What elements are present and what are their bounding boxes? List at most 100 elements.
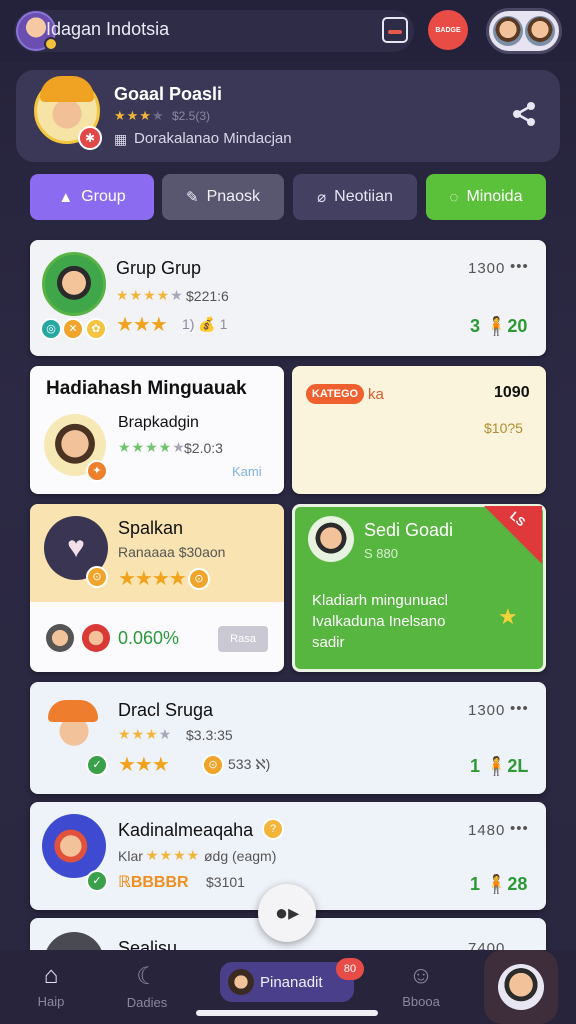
group-card-grup[interactable] <box>30 240 546 356</box>
nav-label: Pinanadit <box>260 973 323 991</box>
reward-sub-name: Brapkadgin <box>118 414 199 431</box>
group-value: 1300 <box>468 702 506 719</box>
member-avatar <box>82 624 110 652</box>
more-icon[interactable]: ••• <box>510 820 529 837</box>
tab-mine[interactable]: ◌ Minoida <box>426 174 546 220</box>
friend-avatar <box>525 16 555 46</box>
tag-icon: ⌀ <box>317 189 327 206</box>
group-title: Idagan Indotsia <box>46 19 170 39</box>
member-badge: ✿ <box>85 318 107 340</box>
group-meta: 1) 💰 1 <box>182 316 228 332</box>
reward-title: Hadiahash Minguauak <box>46 378 247 399</box>
compose-fab[interactable]: ●▸ <box>258 884 316 942</box>
group-name: Grup Grup <box>116 258 202 278</box>
chat-icon: ◌ <box>449 188 459 206</box>
home-icon: ⌂ <box>43 962 59 989</box>
moon-icon: ☾ <box>136 963 158 990</box>
badge-button[interactable]: BADGE <box>428 10 468 50</box>
category-value: 1090 <box>494 384 530 401</box>
reward-link[interactable]: Kami <box>232 464 262 479</box>
rating-stars: ★★★ <box>118 726 159 742</box>
group-name: Dracl Sruga <box>118 700 214 720</box>
group-meta: $3101 <box>206 874 245 890</box>
nav-avatar-button[interactable] <box>484 950 558 1024</box>
member-avatar <box>46 624 74 652</box>
question-badge: ? <box>262 818 284 840</box>
user-avatar <box>498 964 544 1010</box>
category-tag-suffix: ka <box>368 386 384 403</box>
rating-stars: ★★★ <box>114 108 152 123</box>
spalkan-chip[interactable]: Rasa <box>218 626 268 652</box>
coin-icon: ⊙ <box>202 754 224 776</box>
share-icon[interactable] <box>510 100 538 128</box>
featured-description: Kladiarh mingunuacl Ivalkaduna Inelsano … <box>312 590 448 653</box>
group-name: Kadinalmeaqaha <box>118 820 254 840</box>
tool-badge-icon: ✱ <box>78 126 102 150</box>
tab-label: Pnaosk <box>206 188 260 205</box>
group-meta: 533 ℵ) <box>228 756 271 772</box>
group-rating: ★★★★★ <box>116 287 184 304</box>
coin-badge: ⊙ <box>86 566 108 588</box>
hard-hat-icon <box>40 76 94 102</box>
profile-avatar-small <box>228 969 254 995</box>
tab-pinned[interactable]: ✎ Pnaosk <box>162 174 284 220</box>
member-count: 1 🧍2L <box>470 756 529 776</box>
rating-stars-empty: ★ <box>158 726 173 742</box>
nav-label: Dadies <box>126 995 168 1010</box>
group-avatar[interactable] <box>42 252 106 316</box>
friends-pill[interactable] <box>486 8 562 54</box>
member-badge: ◎ <box>40 318 62 340</box>
tab-notification[interactable]: ⌀ Neotiian <box>293 174 417 220</box>
featured-desc-line: Kladiarh mingunuacl <box>312 592 448 609</box>
category-money: $10?5 <box>484 420 523 436</box>
rating-stars-empty: ★ <box>170 287 184 303</box>
group-value: 1300 <box>468 260 506 277</box>
group-rating: ★★★★ <box>118 726 172 743</box>
fire-badge: ✦ <box>86 460 108 482</box>
group-card-drad[interactable] <box>30 682 546 794</box>
coin-stack-icon: ℝBBBBR <box>118 874 189 891</box>
badge-button-label: BADGE <box>435 26 461 34</box>
reward-rating: ★★★★★ <box>118 439 186 456</box>
profile-location: Dorakalanao Mindacjan <box>134 130 292 147</box>
nav-home[interactable]: ⌂ Haip <box>16 962 86 1009</box>
group-balance: $221:6 <box>186 288 229 304</box>
group-balance: $3.3:35 <box>186 727 233 743</box>
tab-label: Group <box>81 188 126 205</box>
coin-stack-icon: ★★★ <box>118 754 170 776</box>
inbox-icon[interactable] <box>382 17 408 43</box>
tab-label: Neotiian <box>334 188 393 205</box>
featured-name: Sedi Goadi <box>364 520 454 540</box>
group-value: 1480 <box>468 822 506 839</box>
spalkan-percent: 0.060% <box>118 628 180 648</box>
profile-balance: $2.5(3) <box>172 109 211 123</box>
profile-name: Goaal Poasli <box>114 84 223 104</box>
more-icon[interactable]: ••• <box>510 700 529 717</box>
category-tag: KATEGO <box>306 384 364 404</box>
featured-avatar[interactable] <box>308 516 354 562</box>
nav-label: Haip <box>37 994 65 1009</box>
group-prefix: Klar <box>118 848 143 864</box>
chat-bubble-icon: ●▸ <box>274 900 300 925</box>
nav-people[interactable]: ☺ Bbooa <box>386 962 456 1009</box>
building-icon: ▦ <box>114 131 128 147</box>
member-count: 3 🧍20 <box>470 316 528 336</box>
member-count: 1 🧍28 <box>470 874 528 894</box>
more-icon[interactable]: ••• <box>510 258 529 275</box>
nav-profile-pill[interactable]: Pinanadit <box>220 962 354 1002</box>
rating-stars: ★★★★ <box>116 287 171 303</box>
check-badge: ✓ <box>86 870 108 892</box>
star-icon: ★ <box>498 604 518 629</box>
chef-hat-icon <box>48 700 98 722</box>
reward-balance: $2.0:3 <box>184 440 223 456</box>
tab-group[interactable]: ▲ Group <box>30 174 154 220</box>
group-avatar[interactable] <box>42 814 106 878</box>
featured-money: S 880 <box>364 546 398 561</box>
spalkan-name: Spalkan <box>118 518 184 538</box>
profile-rating: ★★★★ <box>114 108 165 124</box>
nav-daily[interactable]: ☾ Dadies <box>112 962 182 1010</box>
nav-label: Bbooa <box>402 994 440 1009</box>
coin-stack-icon: ★★★★ <box>118 568 187 590</box>
coin-stack-icon: ★★★ <box>116 314 168 336</box>
tab-label: Minoida <box>466 188 523 205</box>
